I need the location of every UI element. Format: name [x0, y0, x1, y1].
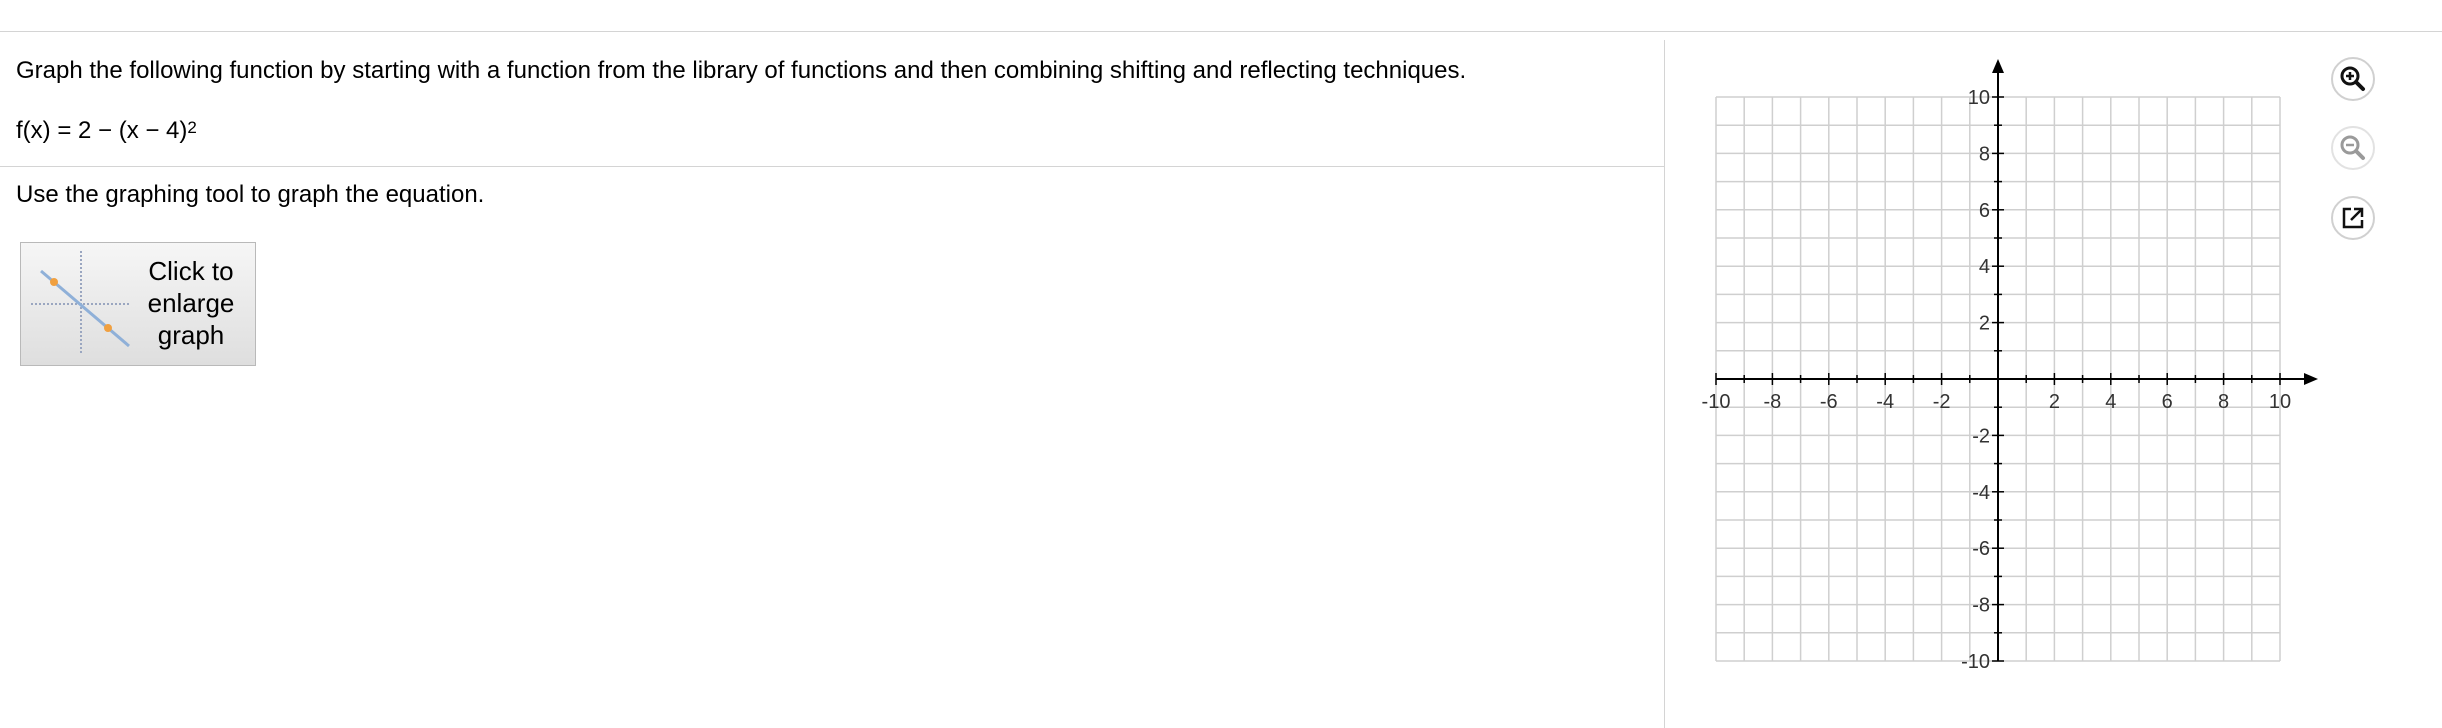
popout-button[interactable] — [2330, 195, 2376, 241]
x-axis-arrow — [2304, 373, 2318, 385]
question-prompt: Graph the following function by starting… — [16, 57, 1467, 84]
y-tick-label: -6 — [1972, 538, 1990, 560]
y-tick-label: 6 — [1979, 200, 1990, 222]
function-exponent: 2 — [187, 118, 197, 137]
y-tick-label: 2 — [1979, 313, 1990, 335]
zoom-in-button[interactable] — [2330, 56, 2376, 102]
y-tick-label: -4 — [1972, 482, 1990, 504]
x-tick-label: -10 — [1702, 391, 1731, 413]
y-tick-label: 4 — [1979, 256, 1990, 278]
zoom-out-button[interactable] — [2330, 125, 2376, 171]
graph-area[interactable]: -10 -8 -6 -4 -2 2 4 6 8 10 10 8 6 4 2 -2 -4 -6 -8 -10 — [1700, 56, 2340, 685]
x-tick-label: -2 — [1933, 391, 1951, 413]
y-tick-label: -10 — [1961, 651, 1990, 673]
function-text: f(x) = 2 − (x − 4) — [16, 117, 188, 144]
y-axis-arrow — [1992, 59, 2004, 73]
enlarge-graph-button[interactable]: Click to enlarge graph — [20, 242, 256, 366]
enlarge-graph-label: Click to enlarge graph — [147, 256, 235, 350]
pane-divider — [1664, 40, 1665, 728]
function-expression: f(x) = 2 − (x − 4)2 — [16, 117, 197, 145]
x-tick-label: 10 — [2269, 391, 2291, 413]
y-tick-label: 10 — [1968, 87, 1990, 109]
y-tick-label: -2 — [1972, 425, 1990, 447]
graph-canvas[interactable]: -10 -8 -6 -4 -2 2 4 6 8 10 10 8 6 4 2 -2 -4 -6 -8 -10 — [1700, 56, 2340, 680]
magnifier-plus-icon — [2331, 57, 2375, 101]
x-tick-label: -8 — [1764, 391, 1782, 413]
popout-arrow-icon — [2331, 196, 2375, 240]
x-tick-label: 4 — [2105, 391, 2116, 413]
question-pane — [0, 32, 1664, 728]
question-divider — [0, 166, 1664, 167]
answer-instruction: Use the graphing tool to graph the equat… — [16, 181, 485, 208]
x-tick-label: -6 — [1820, 391, 1838, 413]
y-tick-label: 8 — [1979, 143, 1990, 165]
magnifier-minus-icon — [2331, 126, 2375, 170]
x-tick-label: 2 — [2049, 391, 2060, 413]
x-tick-label: 8 — [2218, 391, 2229, 413]
y-tick-label: -8 — [1972, 595, 1990, 617]
x-tick-label: -4 — [1876, 391, 1894, 413]
graph-thumbnail-icon — [31, 251, 131, 355]
x-tick-label: 6 — [2162, 391, 2173, 413]
